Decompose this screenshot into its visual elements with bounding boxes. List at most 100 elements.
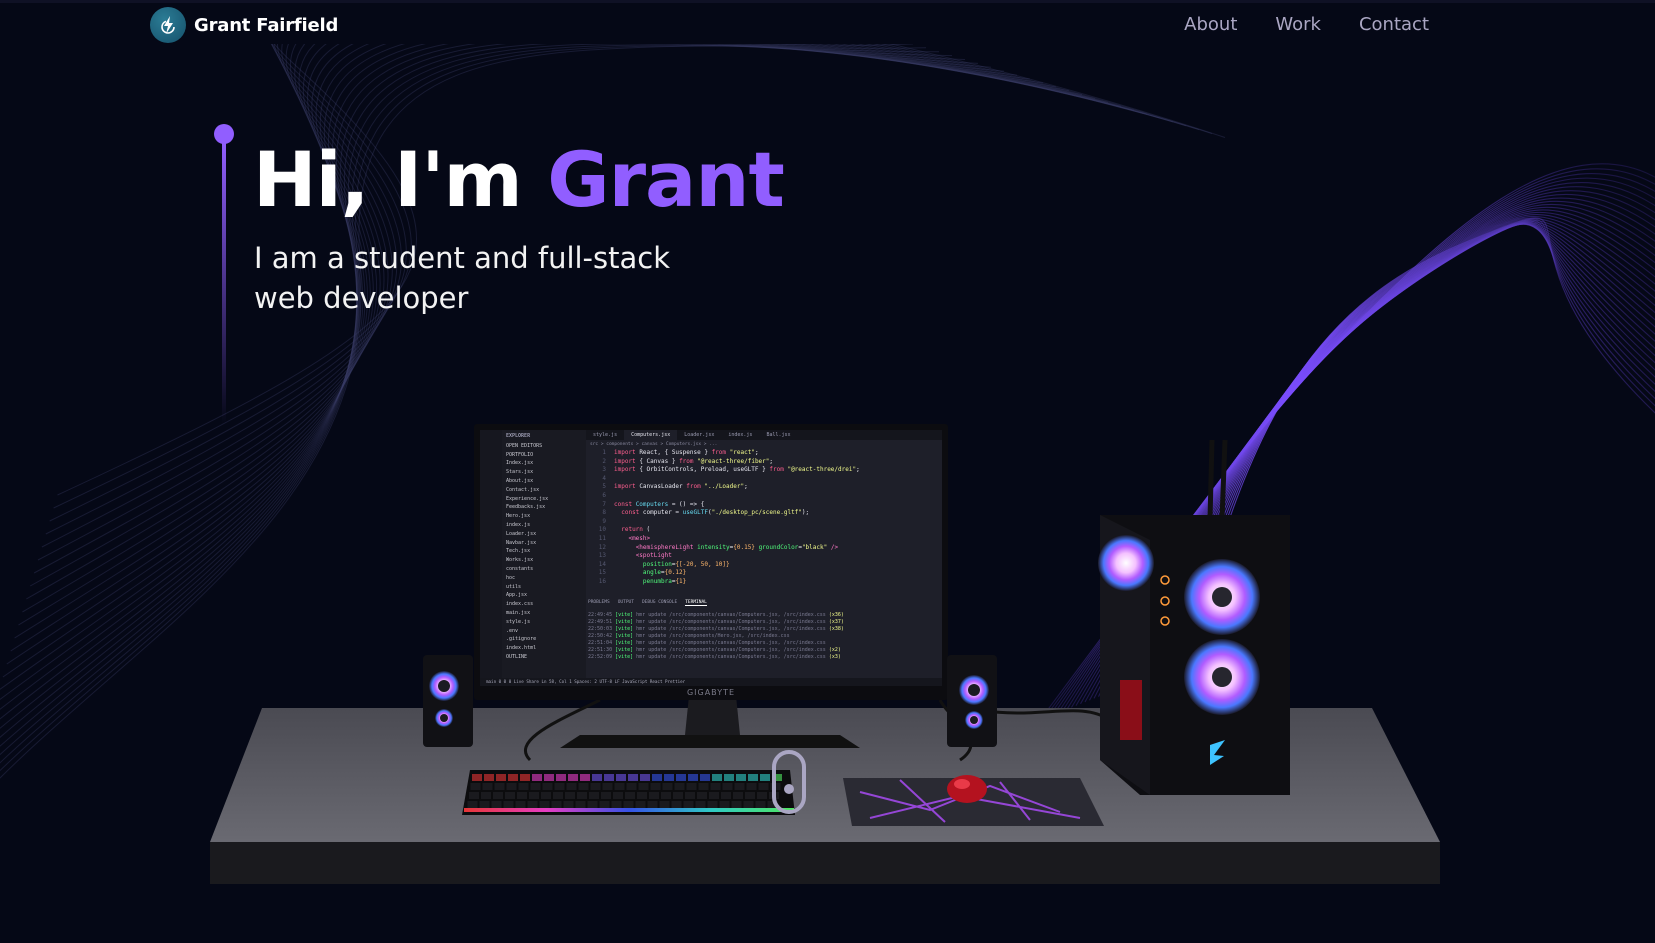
keyboard-key xyxy=(733,792,743,799)
keyboard-key xyxy=(491,801,502,808)
keyboard-key xyxy=(539,801,550,808)
scroll-dot xyxy=(784,784,794,794)
explorer-file: Tech.jsx xyxy=(506,548,531,555)
panel-tab: OUTPUT xyxy=(617,600,634,605)
monitor-code-editor: EXPLORER OPEN EDITORS PORTFOLIO Index.js… xyxy=(480,430,942,686)
explorer-file: index.html xyxy=(506,645,537,652)
keyboard-key xyxy=(673,792,683,799)
keyboard-key xyxy=(712,774,722,781)
keyboard-key xyxy=(685,792,695,799)
keyboard-key xyxy=(472,774,482,781)
keyboard-key xyxy=(755,801,766,808)
keyboard-key xyxy=(724,774,734,781)
keyboard-key xyxy=(599,801,610,808)
editor-code: 1 import React, { Suspense } from "react"… xyxy=(598,449,860,585)
keyboard-key xyxy=(541,792,551,799)
keyboard-key xyxy=(710,783,721,790)
keyboard-key xyxy=(515,801,526,808)
keyboard-key xyxy=(664,774,674,781)
right-speaker xyxy=(947,655,997,747)
keyboard-key xyxy=(482,783,493,790)
keyboard-key xyxy=(484,774,494,781)
keyboard-key xyxy=(745,792,755,799)
keyboard-key xyxy=(493,792,503,799)
keyboard-key xyxy=(748,774,758,781)
keyboard-key xyxy=(719,801,730,808)
editor-tab: Loader.jsx xyxy=(684,432,715,438)
keyboard-key xyxy=(746,783,757,790)
keyboard-key xyxy=(676,774,686,781)
keyboard-key xyxy=(722,783,733,790)
explorer-open-editors: OPEN EDITORS xyxy=(506,442,543,449)
keyboard-key xyxy=(614,783,625,790)
keyboard-key xyxy=(662,783,673,790)
keyboard-key xyxy=(602,783,613,790)
keyboard-key xyxy=(503,801,514,808)
keyboard-key xyxy=(688,774,698,781)
keyboard-key xyxy=(637,792,647,799)
keyboard-key xyxy=(623,801,634,808)
keyboard-key xyxy=(589,792,599,799)
keyboard-key xyxy=(530,783,541,790)
keyboard-key xyxy=(554,783,565,790)
keyboard-key xyxy=(638,783,649,790)
explorer-file: hoc xyxy=(506,574,516,581)
keyboard-key xyxy=(590,783,601,790)
keyboard-key xyxy=(628,774,638,781)
keyboard-key xyxy=(578,783,589,790)
keyboard-key xyxy=(626,783,637,790)
explorer-file: Hero.jsx xyxy=(506,513,531,520)
keyboard-key xyxy=(686,783,697,790)
keyboard-key xyxy=(551,801,562,808)
panel-tab: PROBLEMS xyxy=(588,600,610,605)
explorer-file: style.js xyxy=(506,618,531,625)
explorer-file: Stars.jsx xyxy=(506,469,534,476)
explorer-file: .gitignore xyxy=(506,636,537,643)
explorer-file: Loader.jsx xyxy=(506,530,537,537)
editor-tab: index.js xyxy=(728,432,753,438)
keyboard-key xyxy=(517,792,527,799)
keyboard-key xyxy=(577,792,587,799)
monitor-base xyxy=(560,735,860,748)
keyboard-key xyxy=(616,774,626,781)
keyboard-key xyxy=(731,801,742,808)
keyboard-key xyxy=(613,792,623,799)
editor-tab-active: Computers.jsx xyxy=(624,430,678,440)
explorer-title: EXPLORER xyxy=(506,433,531,439)
keyboard-key xyxy=(518,783,529,790)
panel-tab-active: TERMINAL xyxy=(685,600,707,606)
keyboard-key xyxy=(758,783,769,790)
gaming-mouse xyxy=(947,775,987,803)
keyboard-key xyxy=(556,774,566,781)
keyboard-key xyxy=(508,774,518,781)
keyboard-key xyxy=(650,783,661,790)
left-speaker xyxy=(423,655,473,747)
keyboard-key xyxy=(470,783,481,790)
keyboard-key xyxy=(520,774,530,781)
keyboard-key xyxy=(532,774,542,781)
keyboard-key xyxy=(700,774,710,781)
explorer-file: About.jsx xyxy=(506,477,534,484)
keyboard-key xyxy=(553,792,563,799)
keyboard-key xyxy=(757,792,767,799)
panel-tab: DEBUG CONSOLE xyxy=(641,600,678,605)
keyboard-key xyxy=(527,801,538,808)
keyboard-key xyxy=(580,774,590,781)
keyboard-key xyxy=(505,792,515,799)
editor-tabs: style.js Computers.jsx Loader.jsx index.… xyxy=(586,430,942,440)
editor-tab: style.js xyxy=(593,432,618,438)
keyboard-key xyxy=(649,792,659,799)
keyboard-key xyxy=(544,774,554,781)
editor-panel-tabs: PROBLEMS OUTPUT DEBUG CONSOLE TERMINAL xyxy=(588,600,707,606)
keyboard-key xyxy=(611,801,622,808)
keyboard-key xyxy=(640,774,650,781)
editor-activity-bar xyxy=(480,430,502,686)
keyboard-key xyxy=(563,801,574,808)
editor-tab: Ball.jsx xyxy=(766,432,791,438)
explorer-file: Navbar.jsx xyxy=(506,539,537,546)
keyboard-key xyxy=(566,783,577,790)
keyboard-key xyxy=(734,783,745,790)
scroll-mouse-icon[interactable] xyxy=(772,750,806,814)
editor-status-bar: main 0 0 0 Live Share Ln 58, Col 1 Space… xyxy=(480,678,942,686)
keyboard-key xyxy=(496,774,506,781)
